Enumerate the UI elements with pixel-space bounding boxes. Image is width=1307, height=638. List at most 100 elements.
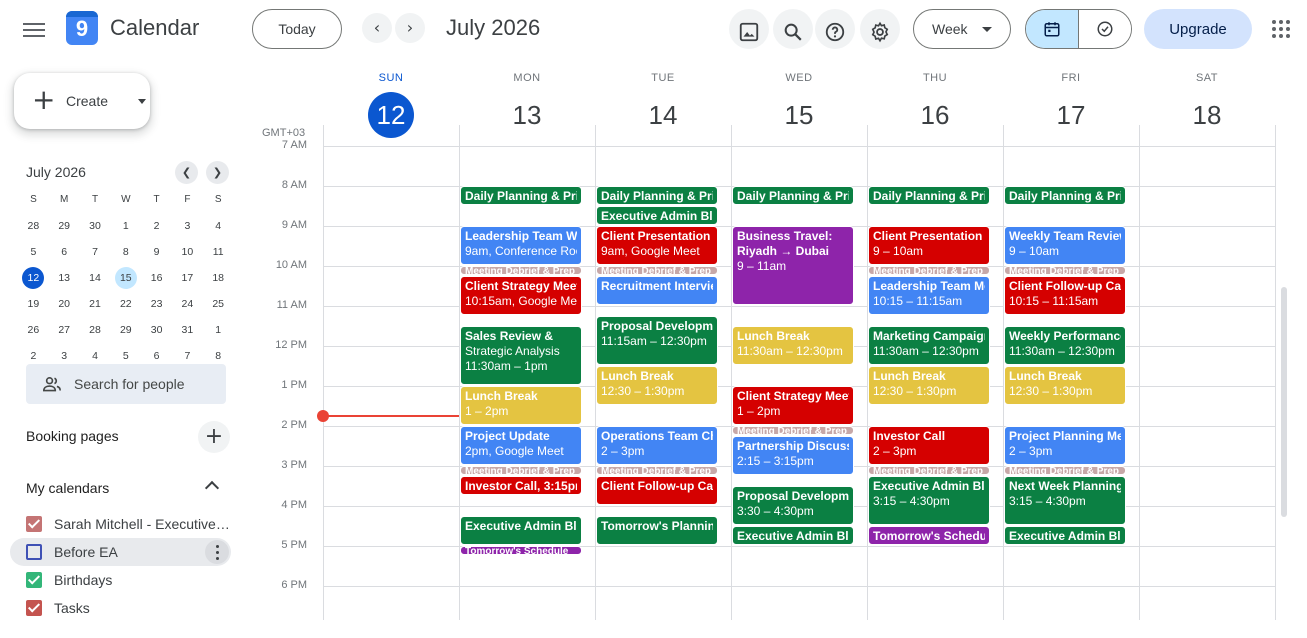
mini-calendar-day[interactable]: 3 bbox=[172, 215, 203, 241]
calendar-event[interactable]: Tomorrow's Schedule bbox=[868, 526, 990, 545]
calendar-event[interactable]: Client Follow-up Call 10:15 – 11:15am bbox=[1004, 276, 1126, 315]
calendar-checkbox[interactable] bbox=[26, 544, 42, 560]
apps-grid-icon[interactable] bbox=[1272, 20, 1290, 38]
mini-calendar-day[interactable]: 6 bbox=[49, 241, 80, 267]
mini-calendar-day[interactable]: 8 bbox=[110, 241, 141, 267]
chevron-up-icon[interactable] bbox=[204, 480, 220, 496]
next-week-button[interactable]: › bbox=[395, 13, 425, 43]
mini-calendar-day[interactable]: 29 bbox=[49, 215, 80, 241]
calendar-event[interactable]: Tomorrow's Planning bbox=[596, 516, 718, 545]
calendar-event[interactable]: Client Presentation 9am, Google Meet bbox=[596, 226, 718, 265]
mini-calendar-prev-button[interactable]: ❮ bbox=[175, 161, 198, 184]
tasks-view-toggle[interactable] bbox=[1079, 10, 1131, 48]
help-button[interactable] bbox=[815, 9, 855, 49]
mini-calendar-next-button[interactable]: ❯ bbox=[206, 161, 229, 184]
calendar-event[interactable]: Business Travel: Riyadh → Dubai 9 – 11am bbox=[732, 226, 854, 305]
mini-calendar-day[interactable]: 18 bbox=[203, 267, 234, 293]
more-options-icon[interactable] bbox=[205, 540, 229, 564]
my-calendars-heading[interactable]: My calendars bbox=[26, 480, 109, 496]
calendar-event[interactable]: Lunch Break 12:30 – 1:30pm bbox=[868, 366, 990, 405]
calendar-checkbox[interactable] bbox=[26, 516, 42, 532]
calendar-event[interactable]: Operations Team Check-in2 – 3pm bbox=[596, 426, 718, 465]
calendar-event[interactable]: Meeting Debrief & Prep bbox=[596, 266, 718, 275]
mini-calendar-day[interactable]: 5 bbox=[18, 241, 49, 267]
calendar-checkbox[interactable] bbox=[26, 572, 42, 588]
calendar-event[interactable]: Meeting Debrief & Prep bbox=[868, 266, 990, 275]
image-button[interactable] bbox=[729, 9, 769, 49]
calendar-event[interactable]: Next Week Planning 3:15 – 4:30pm bbox=[1004, 476, 1126, 525]
mini-calendar-day[interactable]: 26 bbox=[18, 319, 49, 345]
mini-calendar-day[interactable]: 1 bbox=[203, 319, 234, 345]
mini-calendar-day[interactable]: 7 bbox=[80, 241, 111, 267]
mini-calendar-day[interactable]: 2 bbox=[141, 215, 172, 241]
mini-calendar-day[interactable]: 31 bbox=[172, 319, 203, 345]
calendar-event[interactable]: Lunch Break 11:30am – 12:30pm bbox=[732, 326, 854, 365]
mini-calendar-day[interactable]: 16 bbox=[141, 267, 172, 293]
calendar-event[interactable]: Daily Planning & Priorities bbox=[596, 186, 718, 205]
calendar-event[interactable]: Weekly Team Review 9 – 10am bbox=[1004, 226, 1126, 265]
calendar-item[interactable]: Tasks bbox=[10, 594, 231, 622]
calendar-event[interactable]: Executive Admin Block bbox=[1004, 526, 1126, 545]
calendar-event[interactable]: Proposal Development3:30 – 4:30pm bbox=[732, 486, 854, 525]
mini-calendar-day[interactable]: 29 bbox=[110, 319, 141, 345]
calendar-event[interactable]: Project Update 2pm, Google Meet bbox=[460, 426, 582, 465]
mini-calendar-day[interactable]: 20 bbox=[49, 293, 80, 319]
mini-calendar-day[interactable]: 1 bbox=[110, 215, 141, 241]
settings-button[interactable] bbox=[860, 9, 900, 49]
mini-calendar-day[interactable]: 17 bbox=[172, 267, 203, 293]
calendar-event[interactable]: Leadership Team Weekly9am, Conference Ro… bbox=[460, 226, 582, 265]
mini-calendar-day[interactable]: 30 bbox=[80, 215, 111, 241]
calendar-event[interactable]: Daily Planning & Priorities bbox=[1004, 186, 1126, 205]
calendar-event[interactable]: Client Follow-up Call bbox=[596, 476, 718, 505]
calendar-event[interactable]: Lunch Break 12:30 – 1:30pm bbox=[596, 366, 718, 405]
calendar-event[interactable]: Meeting Debrief & Prep bbox=[460, 266, 582, 275]
calendar-event[interactable]: Meeting Debrief & Prep bbox=[868, 466, 990, 475]
calendar-event[interactable]: Client Strategy Meeting10:15am, Google M… bbox=[460, 276, 582, 315]
upgrade-button[interactable]: Upgrade bbox=[1144, 9, 1252, 49]
mini-calendar-day[interactable]: 27 bbox=[49, 319, 80, 345]
search-people-input[interactable]: Search for people bbox=[26, 364, 226, 404]
mini-calendar-day[interactable]: 13 bbox=[49, 267, 80, 293]
mini-calendar-day[interactable]: 30 bbox=[141, 319, 172, 345]
mini-calendar-day[interactable]: 23 bbox=[141, 293, 172, 319]
calendar-event[interactable]: Meeting Debrief & Prep bbox=[460, 466, 582, 475]
scrollbar[interactable] bbox=[1281, 287, 1287, 517]
calendar-event[interactable]: Project Planning Meeting2 – 3pm bbox=[1004, 426, 1126, 465]
mini-calendar-day[interactable]: 19 bbox=[18, 293, 49, 319]
calendar-event[interactable]: Daily Planning & Priorities bbox=[732, 186, 854, 205]
calendar-event[interactable]: Daily Planning & Priorities bbox=[460, 186, 582, 205]
calendar-event[interactable]: Executive Admin Block bbox=[460, 516, 582, 545]
calendar-event[interactable]: Weekly Performance Review11:30am – 12:30… bbox=[1004, 326, 1126, 365]
mini-calendar-day[interactable]: 10 bbox=[172, 241, 203, 267]
calendar-event[interactable]: Meeting Debrief & Prep bbox=[732, 426, 854, 435]
calendar-event[interactable]: Client Strategy Meeting1 – 2pm bbox=[732, 386, 854, 425]
week-grid[interactable]: Daily Planning & Priorities Leadership Te… bbox=[323, 125, 1276, 620]
calendar-event[interactable]: Partnership Discussion2:15 – 3:15pm bbox=[732, 436, 854, 475]
calendar-item[interactable]: Before EA bbox=[10, 538, 231, 566]
mini-calendar-day[interactable]: 28 bbox=[80, 319, 111, 345]
calendar-event[interactable]: Recruitment Interview bbox=[596, 276, 718, 305]
calendar-item[interactable]: Sarah Mitchell - Executive Assistant bbox=[10, 510, 231, 538]
mini-calendar-day[interactable]: 22 bbox=[110, 293, 141, 319]
mini-calendar-day[interactable]: 24 bbox=[172, 293, 203, 319]
calendar-event[interactable]: Lunch Break 12:30 – 1:30pm bbox=[1004, 366, 1126, 405]
calendar-item[interactable]: Birthdays bbox=[10, 566, 231, 594]
calendar-event[interactable]: Executive Admin Block bbox=[732, 526, 854, 545]
calendar-event[interactable]: Tomorrow's Schedule bbox=[460, 546, 582, 555]
add-booking-page-button[interactable]: + bbox=[198, 421, 230, 453]
calendar-event[interactable]: Client Presentation 9 – 10am bbox=[868, 226, 990, 265]
search-button[interactable] bbox=[773, 9, 813, 49]
previous-week-button[interactable]: ‹ bbox=[362, 13, 392, 43]
calendar-event[interactable]: Executive Admin Block bbox=[596, 206, 718, 225]
create-button[interactable]: + Create bbox=[14, 73, 150, 129]
calendar-view-toggle[interactable] bbox=[1026, 10, 1079, 48]
mini-calendar-day[interactable]: 15 bbox=[110, 267, 141, 293]
main-menu-button[interactable] bbox=[22, 20, 46, 40]
calendar-event[interactable]: Daily Planning & Priorities bbox=[868, 186, 990, 205]
view-selector[interactable]: Week bbox=[913, 9, 1011, 49]
calendar-event[interactable]: Sales Review & Strategic Analysis 11:30am … bbox=[460, 326, 582, 385]
calendar-event[interactable]: Proposal Development11:15am – 12:30pm bbox=[596, 316, 718, 365]
mini-calendar-day[interactable]: 11 bbox=[203, 241, 234, 267]
calendar-event[interactable]: Meeting Debrief & Prep bbox=[1004, 266, 1126, 275]
today-button[interactable]: Today bbox=[252, 9, 342, 49]
